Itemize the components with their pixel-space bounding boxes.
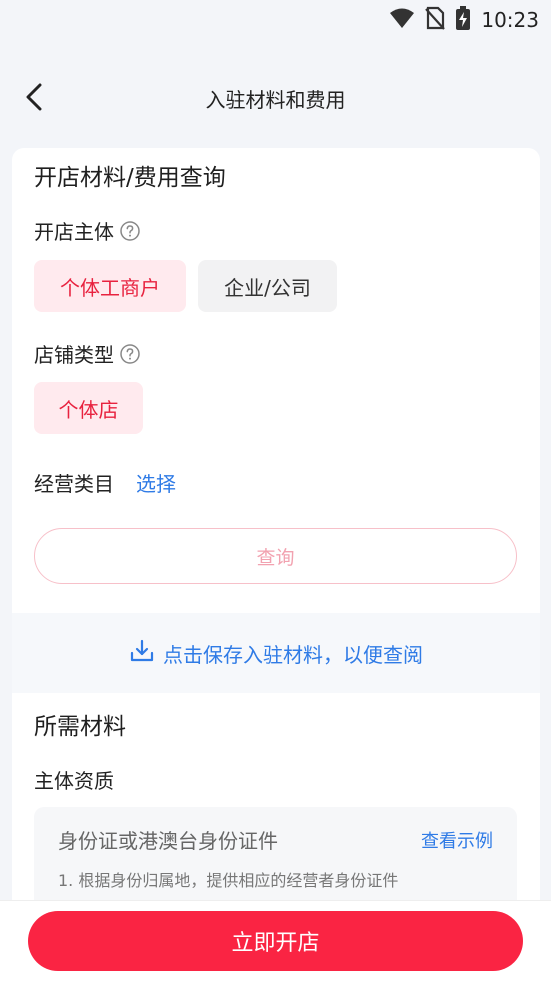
materials-title: 所需材料 xyxy=(34,714,126,740)
subject-label: 开店主体 xyxy=(34,216,140,245)
battery-charging-icon xyxy=(455,6,471,34)
no-sim-icon xyxy=(425,6,446,34)
material-item-name: 身份证或港澳台身份证件 xyxy=(58,829,278,853)
store-type-label-text: 店铺类型 xyxy=(34,343,114,367)
subject-label-text: 开店主体 xyxy=(34,220,114,244)
material-item-description: 1. 根据身份归属地，提供相应的经营者身份证件 xyxy=(58,871,399,890)
wifi-icon xyxy=(389,7,415,33)
query-button[interactable]: 查询 xyxy=(34,528,517,584)
store-type-option-individual[interactable]: 个体店 xyxy=(34,382,143,434)
materials-subtitle: 主体资质 xyxy=(34,769,114,793)
subject-option-label: 个体工商户 xyxy=(60,275,160,300)
help-icon[interactable] xyxy=(120,220,140,241)
header: 入驻材料和费用 xyxy=(0,60,551,138)
open-store-button[interactable]: 立即开店 xyxy=(28,911,523,971)
materials-section: 所需材料 主体资质 身份证或港澳台身份证件 查看示例 1. 根据身份归属地，提供… xyxy=(12,693,540,933)
category-label: 经营类目 xyxy=(34,472,114,496)
page-title: 入驻材料和费用 xyxy=(205,88,346,112)
download-icon xyxy=(129,638,155,668)
bottom-bar: 立即开店 xyxy=(0,900,551,981)
status-time: 10:23 xyxy=(481,8,539,32)
save-materials-banner[interactable]: 点击保存入驻材料，以便查阅 xyxy=(12,613,540,693)
query-card-title: 开店材料/费用查询 xyxy=(34,165,226,191)
query-card: 开店材料/费用查询 开店主体 个体工商户 企业/公司 店铺类型 个体店 经营类目… xyxy=(12,148,540,613)
subject-option-label: 企业/公司 xyxy=(224,275,311,300)
status-bar: 10:23 xyxy=(0,0,551,38)
help-icon[interactable] xyxy=(120,343,140,364)
store-type-option-label: 个体店 xyxy=(58,397,119,422)
screen: 10:23 入驻材料和费用 开店材料/费用查询 开店主体 个体工商户 企业/公司… xyxy=(0,0,551,981)
status-icons: 10:23 xyxy=(389,6,539,34)
subject-option-company[interactable]: 企业/公司 xyxy=(198,260,337,312)
view-example-link[interactable]: 查看示例 xyxy=(421,827,493,853)
subject-option-individual[interactable]: 个体工商户 xyxy=(34,260,186,312)
save-materials-text: 点击保存入驻材料，以便查阅 xyxy=(163,642,423,667)
category-select-link[interactable]: 选择 xyxy=(136,468,176,497)
store-type-label: 店铺类型 xyxy=(34,339,140,368)
